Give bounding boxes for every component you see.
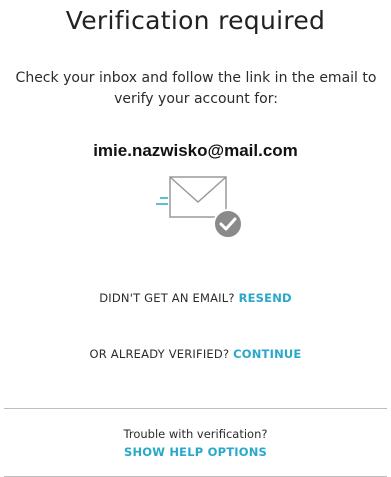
resend-row: DIDN'T GET AN EMAIL? RESEND — [0, 291, 391, 305]
account-email: imie.nazwisko@mail.com — [93, 141, 298, 160]
resend-link[interactable]: RESEND — [239, 291, 292, 305]
help-options-row: SHOW HELP OPTIONS — [0, 445, 391, 459]
divider — [4, 408, 387, 409]
continue-row: OR ALREADY VERIFIED? CONTINUE — [0, 347, 391, 361]
show-help-options-link[interactable]: SHOW HELP OPTIONS — [124, 445, 267, 459]
envelope-check-icon — [154, 174, 244, 242]
trouble-text: Trouble with verification? — [123, 427, 268, 441]
continue-link[interactable]: CONTINUE — [233, 347, 301, 361]
instructions-text: Check your inbox and follow the link in … — [15, 70, 377, 107]
continue-prompt: OR ALREADY VERIFIED? — [89, 347, 230, 361]
page-title: Verification required — [65, 6, 326, 35]
resend-prompt: DIDN'T GET AN EMAIL? — [99, 291, 235, 305]
